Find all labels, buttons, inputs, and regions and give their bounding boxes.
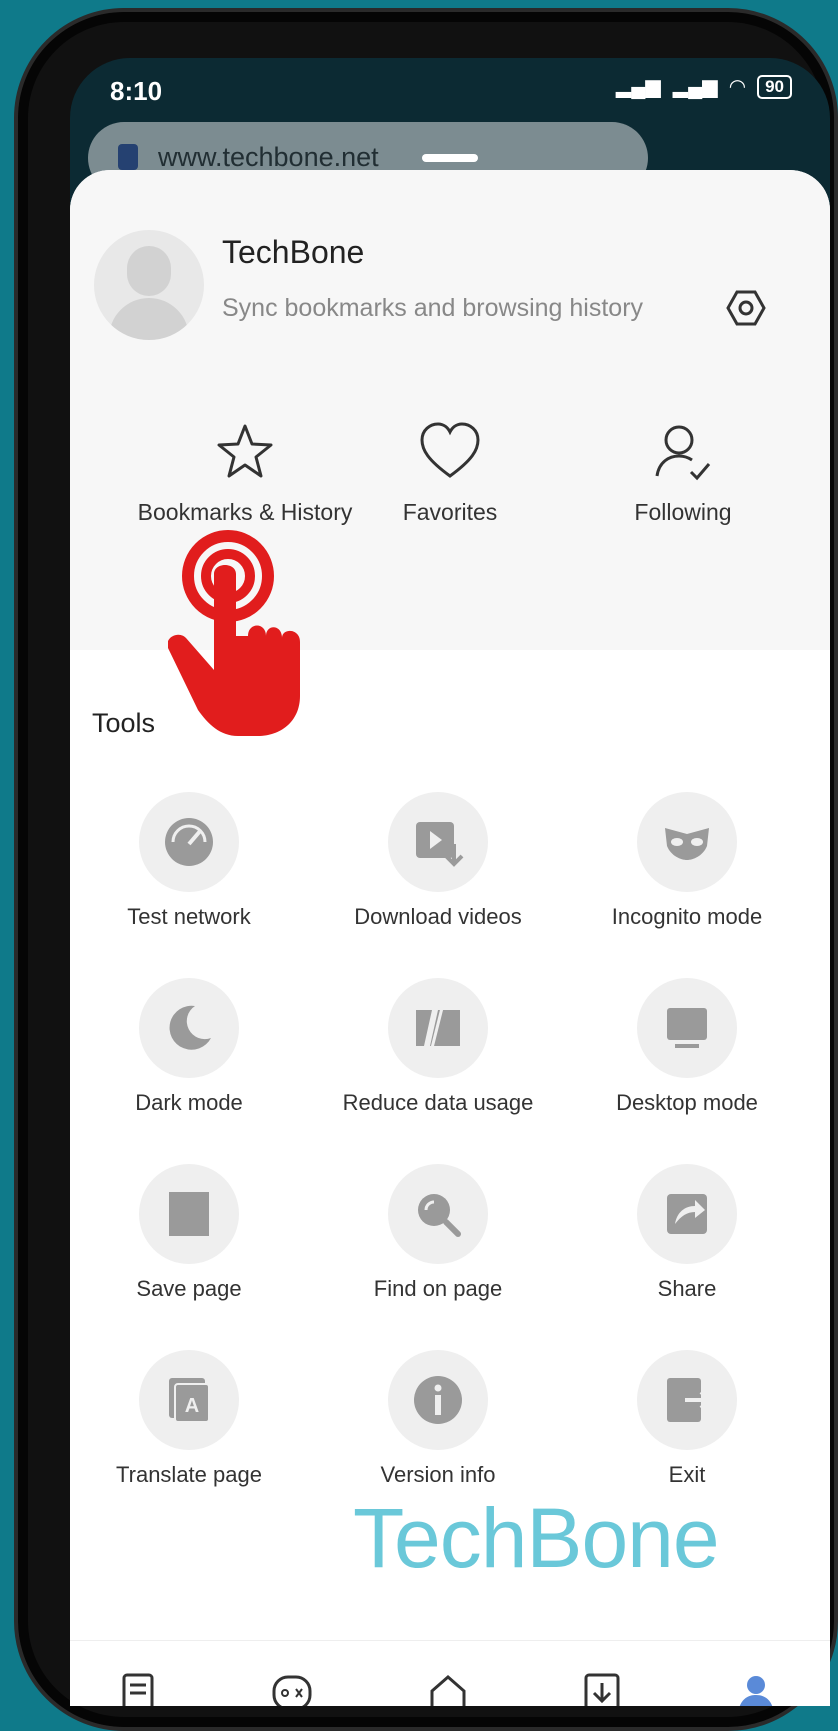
translate-icon: A (169, 1378, 210, 1423)
games-icon[interactable] (270, 1671, 314, 1706)
save-page-icon (169, 1192, 209, 1236)
video-download-icon (416, 822, 464, 867)
battery-icon: 90 (757, 74, 792, 99)
profile-name[interactable]: TechBone (222, 234, 364, 271)
downloads-icon[interactable] (580, 1671, 624, 1706)
url-text: www.techbone.net (158, 142, 379, 172)
tool-label: Save page (136, 1276, 242, 1301)
techbone-watermark: TechBone (353, 1491, 720, 1585)
lock-icon (118, 144, 138, 170)
tool-find-on-page[interactable]: Find on page (313, 1164, 563, 1302)
tool-dark-mode[interactable]: Dark mode (70, 978, 314, 1116)
mask-icon (665, 828, 709, 860)
avatar[interactable] (94, 230, 204, 340)
tool-exit[interactable]: Exit (562, 1350, 812, 1488)
tool-label: Find on page (373, 1276, 503, 1301)
following-button[interactable]: Following (558, 420, 808, 526)
favorites-label: Favorites (402, 499, 498, 525)
status-bar: 8:10 ▂▄▆ ▂▄▆ ◠ 90 (70, 58, 830, 128)
tool-label: Share (657, 1276, 717, 1301)
home-icon[interactable] (426, 1671, 470, 1706)
heart-icon (420, 422, 480, 478)
signal-icon: ▂▄▆ (615, 76, 661, 98)
svg-text:A: A (185, 1395, 199, 1417)
favorites-button[interactable]: Favorites (325, 420, 575, 526)
data-saver-icon (416, 1007, 460, 1049)
tool-label: Dark mode (135, 1090, 243, 1115)
feed-icon[interactable] (116, 1671, 160, 1706)
find-icon (418, 1194, 461, 1237)
drag-handle[interactable] (422, 154, 478, 162)
settings-icon[interactable] (726, 288, 766, 328)
tool-label: Translate page (116, 1462, 262, 1487)
tool-version-info[interactable]: Version info (313, 1350, 563, 1488)
tool-incognito-mode[interactable]: Incognito mode (562, 792, 812, 930)
phone-frame: 8:10 ▂▄▆ ▂▄▆ ◠ 90 www.techbone.net TechB… (14, 8, 838, 1731)
profile-icon[interactable] (734, 1671, 778, 1706)
tool-label: Test network (127, 904, 251, 929)
profile-subtitle[interactable]: Sync bookmarks and browsing history (222, 294, 643, 323)
tool-download-videos[interactable]: Download videos (313, 792, 563, 930)
status-time: 8:10 (110, 76, 163, 106)
tool-test-network[interactable]: Test network (70, 792, 314, 930)
speedometer-icon (165, 818, 213, 866)
monitor-icon (667, 1008, 707, 1048)
info-icon (414, 1376, 462, 1424)
tools-title: Tools (92, 708, 156, 738)
tap-gesture-icon (168, 530, 300, 736)
screen: 8:10 ▂▄▆ ▂▄▆ ◠ 90 www.techbone.net TechB… (70, 58, 830, 1706)
exit-icon (667, 1378, 712, 1422)
tool-reduce-data-usage[interactable]: Reduce data usage (313, 978, 563, 1116)
tool-save-page[interactable]: Save page (70, 1164, 314, 1302)
tool-translate-page[interactable]: A Translate page (70, 1350, 314, 1488)
following-label: Following (634, 499, 732, 525)
moon-icon (169, 1005, 211, 1050)
signal-icon-2: ▂▄▆ (672, 76, 718, 98)
share-icon (667, 1194, 707, 1234)
tool-label: Exit (668, 1462, 706, 1487)
tool-label: Version info (380, 1462, 496, 1487)
bottom-navigation (70, 1640, 830, 1706)
wifi-icon: ◠ (729, 76, 746, 98)
tool-label: Download videos (354, 904, 522, 929)
tool-label: Incognito mode (611, 904, 763, 929)
tool-desktop-mode[interactable]: Desktop mode (562, 978, 812, 1116)
tool-label: Desktop mode (616, 1090, 758, 1115)
status-icons: ▂▄▆ ▂▄▆ ◠ 90 (616, 74, 792, 99)
tool-label: Reduce data usage (342, 1090, 534, 1115)
tool-share[interactable]: Share (562, 1164, 812, 1302)
menu-sheet: TechBone Sync bookmarks and browsing his… (70, 170, 830, 1706)
star-icon (217, 424, 273, 478)
user-check-icon (655, 425, 711, 481)
